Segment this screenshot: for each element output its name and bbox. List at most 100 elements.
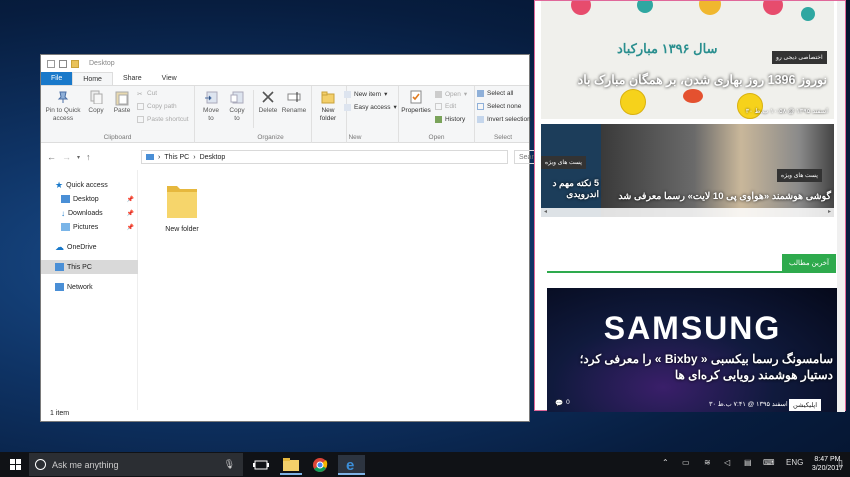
history-button[interactable]: History	[435, 116, 465, 123]
nav-quick-access[interactable]: ★ Quick access	[41, 178, 138, 192]
nav-onedrive[interactable]: ☁ OneDrive	[41, 240, 138, 254]
breadcrumb-desktop[interactable]: Desktop	[200, 154, 226, 161]
banner-title[interactable]: نوروز 1396 روز بهاری شدن، بر همگان مبارک…	[551, 72, 827, 87]
copy-button[interactable]: Copy	[85, 90, 107, 115]
flower-graphic	[699, 1, 721, 15]
scissors-icon: ✂	[137, 91, 143, 98]
nav-network[interactable]: Network	[41, 280, 138, 294]
folder-item[interactable]: New folder	[159, 180, 205, 233]
new-group: New folder New item ▾ Easy access ▾ New	[311, 86, 399, 143]
smiley-emoji	[737, 93, 763, 119]
tab-file[interactable]: File	[41, 72, 73, 85]
left-badge[interactable]: پست های ویژه	[541, 156, 586, 169]
invert-selection-icon	[477, 116, 484, 123]
nav-downloads[interactable]: ↓ Downloads 📌	[41, 206, 138, 220]
back-arrow-icon[interactable]: ←	[47, 152, 56, 164]
carousel-next-icon[interactable]: ▸	[828, 208, 831, 217]
breadcrumb-sep-icon: ›	[158, 153, 161, 161]
open-button[interactable]: Open ▾	[435, 90, 467, 98]
pin-icon: 📌	[126, 210, 134, 217]
tab-view[interactable]: View	[152, 72, 187, 85]
chrome-taskbar-icon[interactable]	[309, 455, 331, 475]
latest-posts-header: آخرین مطالب	[782, 254, 836, 272]
properties-button[interactable]: Properties	[401, 90, 431, 115]
right-article-title[interactable]: گوشی هوشمند «هواوی پی 10 لایت» رسما معرف…	[603, 191, 831, 202]
carousel-arrows: ◂ ▸	[541, 208, 834, 217]
wifi-icon[interactable]: ≋	[704, 458, 711, 467]
paste-shortcut-button[interactable]: Paste shortcut	[137, 116, 189, 123]
notification-icon[interactable]: ▤	[744, 458, 752, 467]
scrollbar[interactable]	[837, 1, 845, 412]
checkbox-icon[interactable]	[59, 59, 67, 68]
battery-icon[interactable]: ▭	[682, 458, 690, 467]
cortana-search-box[interactable]: Ask me anything 🎙	[29, 453, 243, 476]
tab-home[interactable]: Home	[72, 72, 113, 85]
forward-arrow-icon[interactable]: →	[62, 152, 71, 164]
select-none-button[interactable]: Select none	[477, 103, 521, 110]
keyboard-icon[interactable]: ⌨	[763, 458, 775, 467]
chevron-down-icon: ▾	[463, 91, 468, 98]
featured-strip[interactable]: پست های ویژه 5 نکته مهم د اندرویدی پست ه…	[541, 124, 834, 217]
pin-button[interactable]: Pin to Quick access	[43, 90, 83, 123]
banner-date: ۳۰ اسفند ۱۳۹۵ @ ۱۰:۵۸ ب.ظ	[745, 108, 828, 115]
nav-buttons: ← → ▾ ↑	[47, 152, 91, 164]
pin-icon	[56, 90, 70, 104]
samsung-article-title[interactable]: سامسونگ رسما بیکسبی « Bixby » را معرفی ک…	[555, 351, 833, 383]
new-item-button[interactable]: New item ▾	[344, 90, 387, 98]
address-bar[interactable]: › This PC › Desktop	[141, 150, 508, 164]
paste-shortcut-icon	[137, 116, 144, 123]
copy-path-button[interactable]: Copy path	[137, 103, 177, 110]
microphone-icon[interactable]: 🎙	[224, 459, 235, 470]
paste-button[interactable]: Paste	[111, 90, 133, 115]
nav-this-pc[interactable]: This PC	[41, 260, 138, 274]
file-explorer-taskbar-icon[interactable]	[280, 455, 302, 475]
rename-button[interactable]: Rename	[281, 90, 307, 115]
volume-icon[interactable]: ◁	[724, 458, 730, 467]
samsung-article[interactable]: SAMSUNG سامسونگ رسما بیکسبی « Bixby » را…	[547, 288, 838, 412]
nav-desktop[interactable]: Desktop 📌	[41, 192, 138, 206]
cut-button[interactable]: ✂ Cut	[137, 90, 157, 98]
cortana-search-placeholder: Ask me anything	[52, 459, 119, 470]
left-article-title[interactable]: 5 نکته مهم د اندرویدی	[541, 178, 600, 200]
new-folder-button[interactable]: New folder	[316, 90, 340, 123]
carousel-prev-icon[interactable]: ◂	[544, 208, 547, 217]
delete-button[interactable]: Delete	[257, 90, 279, 115]
select-label: Select	[493, 134, 513, 141]
separator	[253, 90, 254, 128]
windows-start-icon[interactable]	[10, 459, 22, 471]
pin-icon: 📌	[126, 196, 134, 203]
right-badge[interactable]: پست های ویژه	[777, 169, 822, 182]
banner-badge[interactable]: اختصاصی دیجی رو	[772, 51, 827, 64]
breadcrumb-this-pc[interactable]: This PC	[164, 154, 189, 161]
category-tag[interactable]: اپلیکیشن	[789, 399, 822, 411]
tab-share[interactable]: Share	[113, 72, 152, 85]
nav-pictures[interactable]: Pictures 📌	[41, 220, 138, 234]
file-explorer-window[interactable]: Desktop File Home Share View Pin to Quic…	[40, 54, 571, 422]
smiley-emoji	[620, 89, 646, 115]
show-hidden-icons[interactable]: ⌃	[662, 458, 669, 467]
save-icon[interactable]	[47, 59, 55, 68]
rename-icon	[287, 90, 301, 104]
nowruz-banner[interactable]: سال ۱۳۹۶ مبارکباد اختصاصی دیجی رو نوروز …	[541, 1, 834, 119]
easy-access-button[interactable]: Easy access ▾	[344, 103, 397, 111]
navigation-pane: ★ Quick access Desktop 📌 ↓ Downloads 📌 Pictu…	[41, 170, 138, 410]
up-arrow-icon[interactable]: ↑	[86, 152, 91, 164]
edge-taskbar-icon[interactable]: e	[338, 455, 365, 475]
select-all-button[interactable]: Select all	[477, 90, 513, 97]
download-icon: ↓	[61, 208, 65, 218]
action-center-icon[interactable]: ▯	[838, 458, 843, 469]
copy-to-button[interactable]: Copy to	[227, 90, 247, 123]
language-indicator[interactable]: ENG	[786, 458, 803, 467]
task-view-icon[interactable]	[250, 455, 272, 475]
move-to-button[interactable]: Move to	[201, 90, 221, 123]
browser-window[interactable]: سال ۱۳۹۶ مبارکباد اختصاصی دیجی رو نوروز …	[534, 0, 846, 412]
recent-chevron-icon[interactable]: ▾	[77, 152, 80, 164]
ribbon-tabs: File Home Share View	[41, 72, 529, 86]
pin-icon: 📌	[126, 224, 134, 231]
left-article-image	[541, 124, 601, 217]
easy-access-icon	[344, 103, 351, 111]
copy-path-icon	[137, 103, 144, 110]
taskbar: Ask me anything 🎙 e ⌃ ▭ ≋ ◁ ▤ ⌨ ENG 8:47…	[0, 452, 850, 477]
invert-selection-button[interactable]: Invert selection	[477, 116, 531, 123]
edit-button[interactable]: Edit	[435, 103, 456, 110]
